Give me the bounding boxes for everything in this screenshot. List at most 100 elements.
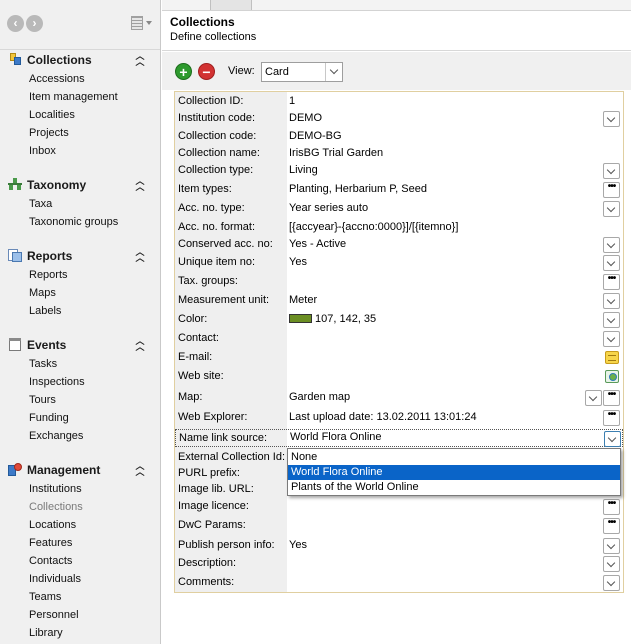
measurement-unit-dropdown-button[interactable] <box>603 293 620 309</box>
chevron-down-icon <box>606 239 616 249</box>
description-dropdown-button[interactable] <box>603 556 620 572</box>
map-more-button[interactable]: ••• <box>603 390 620 406</box>
sidebar-item-accessions[interactable]: Accessions <box>29 70 160 88</box>
sidebar-item-library[interactable]: Library <box>29 624 160 642</box>
field-value-collection-code[interactable]: DEMO-BG <box>289 130 342 142</box>
field-value-acc-no-format[interactable]: [{accyear}-{accno:0000}]/[{itemno}] <box>289 221 458 233</box>
field-label-name-link-source: Name link source: <box>179 432 268 444</box>
sidebar-item-inbox[interactable]: Inbox <box>29 142 160 160</box>
sidebar-section-header[interactable]: Reports ︿ ︿ <box>0 246 160 266</box>
sidebar-section-header[interactable]: Events ︿ ︿ <box>0 335 160 355</box>
collapse-chevron-up-icon[interactable]: ︿ ︿ <box>135 337 145 352</box>
name-link-source-dropdown-button[interactable] <box>604 431 621 447</box>
field-value-color[interactable]: 107, 142, 35 <box>289 313 376 325</box>
map-dropdown-button[interactable] <box>585 390 602 406</box>
view-dropdown-arrow[interactable] <box>325 63 342 81</box>
back-arrow-icon[interactable]: ‹ <box>7 15 24 32</box>
sidebar-item-tours[interactable]: Tours <box>29 391 160 409</box>
field-value-publish-person-info[interactable]: Yes <box>289 539 307 551</box>
collapse-chevron-up-icon[interactable]: ︿ ︿ <box>135 248 145 263</box>
field-label-conserved-acc-no: Conserved acc. no: <box>178 238 273 250</box>
sidebar-item-contacts[interactable]: Contacts <box>29 552 160 570</box>
dropdown-option-none[interactable]: None <box>288 450 620 465</box>
field-value-name-link-source[interactable]: World Flora Online <box>290 431 382 443</box>
sidebar-item-taxa[interactable]: Taxa <box>29 195 160 213</box>
comments-dropdown-button[interactable] <box>603 575 620 591</box>
field-value-collection-type[interactable]: Living <box>289 164 318 176</box>
sidebar-item-features[interactable]: Features <box>29 534 160 552</box>
sidebar-item-reports[interactable]: Reports <box>29 266 160 284</box>
field-value-item-types[interactable]: Planting, Herbarium P, Seed <box>289 183 427 195</box>
add-button[interactable]: + <box>175 63 192 80</box>
field-value-institution-code[interactable]: DEMO <box>289 112 322 124</box>
conserved-acc-no-dropdown-button[interactable] <box>603 237 620 253</box>
sidebar-menu-button[interactable] <box>131 15 153 32</box>
web-explorer-more-button[interactable]: ••• <box>603 410 620 426</box>
publish-person-info-dropdown-button[interactable] <box>603 538 620 554</box>
sidebar-section-events: Events ︿ ︿ Tasks Inspections Tours Funding Exch… <box>0 335 160 445</box>
item-types-more-button[interactable]: ••• <box>603 182 620 198</box>
remove-button[interactable]: − <box>198 63 215 80</box>
color-dropdown-button[interactable] <box>603 312 620 328</box>
image-licence-more-button[interactable]: ••• <box>603 499 620 515</box>
sidebar-item-institutions[interactable]: Institutions <box>29 480 160 498</box>
sidebar-item-individuals[interactable]: Individuals <box>29 570 160 588</box>
sidebar-item-teams[interactable]: Teams <box>29 588 160 606</box>
field-value-text: Meter <box>289 294 318 306</box>
sidebar-item-locations[interactable]: Locations <box>29 516 160 534</box>
field-row-measurement-unit: Measurement unit: Meter <box>175 292 623 310</box>
sidebar-section-header[interactable]: Taxonomy ︿ ︿ <box>0 175 160 195</box>
tax-groups-more-button[interactable]: ••• <box>603 274 620 290</box>
collection-type-dropdown-button[interactable] <box>603 163 620 179</box>
sidebar-section-header[interactable]: Collections ︿ ︿ <box>0 50 160 70</box>
field-row-web-site: Web site: <box>175 368 623 386</box>
field-row-e-mail: E-mail: <box>175 349 623 367</box>
institution-code-dropdown-button[interactable] <box>603 111 620 127</box>
field-value-text: DEMO <box>289 112 322 124</box>
unique-item-no-dropdown-button[interactable] <box>603 255 620 271</box>
collapse-chevron-up-icon[interactable]: ︿ ︿ <box>135 462 145 477</box>
sidebar-section-title: Collections <box>27 53 92 67</box>
field-value-collection-id[interactable]: 1 <box>289 95 295 107</box>
field-value-acc-no-type[interactable]: Year series auto <box>289 202 368 214</box>
sidebar-item-maps[interactable]: Maps <box>29 284 160 302</box>
sidebar-section-title: Taxonomy <box>27 178 87 192</box>
acc-no-type-dropdown-button[interactable] <box>603 201 620 217</box>
collection-card-form: Collection ID: 1 Institution code: DEMO Coll… <box>174 91 624 593</box>
field-value-collection-name[interactable]: IrisBG Trial Garden <box>289 147 383 159</box>
caret-down-icon <box>146 21 152 25</box>
dropdown-option-world-flora-online[interactable]: World Flora Online <box>288 465 620 480</box>
sidebar-item-projects[interactable]: Projects <box>29 124 160 142</box>
email-icon[interactable] <box>605 351 619 364</box>
sidebar-item-funding[interactable]: Funding <box>29 409 160 427</box>
sidebar-item-collections[interactable]: Collections <box>29 498 160 516</box>
field-value-conserved-acc-no[interactable]: Yes - Active <box>289 238 346 250</box>
chevron-down-icon <box>588 392 598 402</box>
sidebar-item-tasks[interactable]: Tasks <box>29 355 160 373</box>
field-value-text: Yes <box>289 256 307 268</box>
field-value-text: World Flora Online <box>290 431 382 443</box>
sidebar-section-header[interactable]: Management ︿ ︿ <box>0 460 160 480</box>
view-select[interactable]: Card <box>261 62 343 82</box>
sidebar-item-localities[interactable]: Localities <box>29 106 160 124</box>
web-link-icon[interactable] <box>605 370 619 383</box>
tab-handle[interactable] <box>210 0 252 10</box>
sidebar-item-inspections[interactable]: Inspections <box>29 373 160 391</box>
sidebar-item-exchanges[interactable]: Exchanges <box>29 427 160 445</box>
collapse-chevron-up-icon[interactable]: ︿ ︿ <box>135 52 145 67</box>
sidebar-item-taxonomic-groups[interactable]: Taxonomic groups <box>29 213 160 231</box>
sidebar-item-personnel[interactable]: Personnel <box>29 606 160 624</box>
field-value-unique-item-no[interactable]: Yes <box>289 256 307 268</box>
field-row-description: Description: <box>175 555 623 573</box>
field-value-map[interactable]: Garden map <box>289 391 350 403</box>
collapse-chevron-up-icon[interactable]: ︿ ︿ <box>135 177 145 192</box>
sidebar-item-labels[interactable]: Labels <box>29 302 160 320</box>
field-value-web-explorer[interactable]: Last upload date: 13.02.2011 13:01:24 <box>289 411 477 423</box>
dwc-params-more-button[interactable]: ••• <box>603 518 620 534</box>
sidebar-item-item-management[interactable]: Item management <box>29 88 160 106</box>
dropdown-option-plants-of-the-world-online[interactable]: Plants of the World Online <box>288 480 620 495</box>
contact-dropdown-button[interactable] <box>603 331 620 347</box>
forward-arrow-icon[interactable]: › <box>26 15 43 32</box>
page-title: Collections <box>170 15 235 29</box>
field-value-measurement-unit[interactable]: Meter <box>289 294 317 306</box>
